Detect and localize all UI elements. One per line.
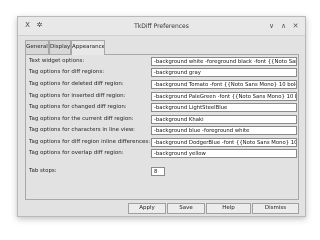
diff-regions-label: Tag options for diff regions: [29, 69, 105, 75]
apply-button[interactable]: Apply [128, 203, 166, 214]
deleted-diff-region-label: Tag options for deleted diff region: [29, 81, 124, 87]
minimize-icon[interactable]: ∨ [267, 20, 276, 32]
line-view-characters-label: Tag options for characters in line view: [29, 127, 135, 133]
maximize-icon[interactable]: ∧ [279, 20, 288, 32]
inline-differences-input[interactable]: -background DodgerBlue -font {{Noto Sans… [151, 138, 297, 147]
text-widget-options-label: Text widget options: [29, 58, 85, 64]
inserted-diff-region-input[interactable]: -background PaleGreen -font {{Noto Sans … [151, 92, 297, 101]
title-bar: X ✲ TkDiff Preferences ∨ ∧ ✕ [18, 17, 305, 36]
dismiss-button[interactable]: Dismiss [252, 203, 299, 214]
overlap-diff-region-input[interactable]: -background yellow [151, 149, 297, 158]
inline-differences-label: Tag options for diff region inline diffe… [29, 139, 151, 145]
tab-appearance[interactable]: Appearance [71, 40, 105, 55]
appearance-panel: Text widget options: -background white -… [25, 54, 299, 200]
save-button[interactable]: Save [167, 203, 205, 214]
deleted-diff-region-input[interactable]: -background Tomato -font {{Noto Sans Mon… [151, 80, 297, 89]
overlap-diff-region-label: Tag options for overlap diff region: [29, 150, 124, 156]
window-title: TkDiff Preferences [134, 23, 189, 30]
tab-stops-input[interactable]: 8 [151, 167, 165, 176]
close-icon[interactable]: ✕ [291, 20, 300, 32]
changed-diff-region-label: Tag options for changed diff region: [29, 104, 127, 110]
changed-diff-region-input[interactable]: -background LightSteelBlue [151, 103, 297, 112]
current-diff-region-input[interactable]: -background Khaki [151, 115, 297, 124]
tab-display[interactable]: Display [49, 40, 71, 54]
help-button[interactable]: Help [206, 203, 251, 214]
tab-general[interactable]: General [25, 40, 49, 54]
line-view-characters-input[interactable]: -background blue -foreground white [151, 126, 297, 135]
tab-stops-label: Tab stops: [29, 168, 57, 174]
inserted-diff-region-label: Tag options for inserted diff region: [29, 93, 126, 99]
text-widget-options-input[interactable]: -background white -foreground black -fon… [151, 57, 297, 66]
current-diff-region-label: Tag options for the current diff region: [29, 116, 134, 122]
preferences-window: X ✲ TkDiff Preferences ∨ ∧ ✕ General Dis… [17, 16, 306, 217]
diff-regions-input[interactable]: -background gray [151, 68, 297, 77]
